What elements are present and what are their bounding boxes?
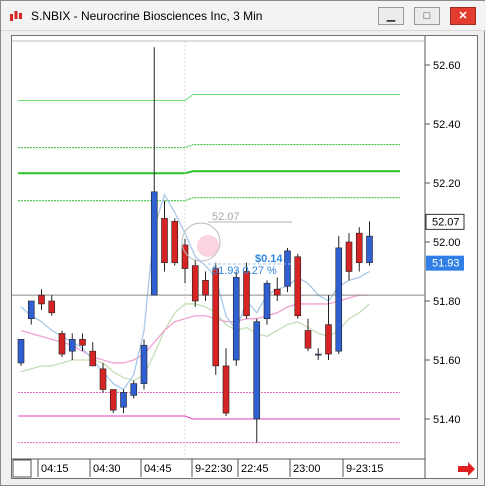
candle-up <box>17 339 25 364</box>
last-price-label: 51.93 <box>432 258 460 270</box>
maximize-icon: □ <box>423 10 431 22</box>
candle-up <box>263 283 271 320</box>
candle-up <box>150 191 158 296</box>
candle-up <box>314 353 322 356</box>
candle-up <box>130 383 138 396</box>
price-tick-label: 51.60 <box>433 355 461 367</box>
candle-down <box>89 350 97 367</box>
measure-percent: 51.93 0.27 % <box>212 265 277 277</box>
candle-down <box>99 368 107 390</box>
candle-down <box>171 221 179 263</box>
time-tick-label: 23:00 <box>293 463 321 475</box>
candle-up <box>284 250 291 287</box>
price-tick-label: 51.40 <box>433 414 461 426</box>
candle-up <box>232 277 240 361</box>
price-chart[interactable]: 52.07 $0.14 51.93 0.27 % 52.60 52.40 52.20… <box>12 36 477 478</box>
time-tick-label: 9-23:15 <box>346 463 383 475</box>
current-price-label: 52.07 <box>432 216 460 228</box>
time-tick-label: 04:30 <box>93 463 121 475</box>
candle-down <box>325 324 332 355</box>
close-button[interactable]: ✕ <box>450 7 476 25</box>
price-tick-label: 52.00 <box>433 237 461 249</box>
chart-area[interactable]: 52.07 $0.14 51.93 0.27 % 52.60 52.40 52.20… <box>11 35 478 479</box>
candle-down <box>304 330 312 349</box>
candle-down <box>48 300 56 314</box>
candle-down <box>202 280 209 296</box>
minimize-icon: ▁ <box>386 10 396 22</box>
price-tick-label: 52.40 <box>433 119 461 131</box>
measure-highlight <box>197 235 219 257</box>
time-tick-label: 9-22:30 <box>195 463 232 475</box>
chart-app-icon <box>10 11 22 21</box>
candle-down <box>222 365 230 414</box>
candle-up <box>366 235 373 263</box>
maximize-button[interactable]: □ <box>414 7 440 25</box>
chart-window: S.NBIX - Neurocrine Biosciences Inc, 3 M… <box>0 0 486 486</box>
candle-up <box>68 339 76 352</box>
candle-up <box>335 247 343 352</box>
candle-down <box>345 241 353 272</box>
close-icon: ✕ <box>458 10 468 22</box>
last-price-marker: 51.93 <box>426 255 464 271</box>
candle-down <box>58 333 66 355</box>
candle-down <box>355 232 363 263</box>
candle-down <box>79 339 86 346</box>
minimize-button[interactable]: ▁ <box>378 7 404 25</box>
price-tick-label: 52.60 <box>433 60 461 72</box>
candle-down <box>38 294 45 305</box>
measure-ref-price: 52.07 <box>212 211 240 223</box>
arrow-right-icon[interactable] <box>458 462 475 476</box>
candle-down <box>294 256 302 317</box>
price-tick-label: 52.20 <box>433 178 461 190</box>
measure-delta: $0.14 <box>255 253 283 265</box>
candle-down <box>191 265 199 302</box>
candle-down <box>212 268 220 367</box>
candle-down <box>161 218 168 263</box>
title-bar[interactable]: S.NBIX - Neurocrine Biosciences Inc, 3 M… <box>1 1 486 31</box>
time-tick-label: 04:45 <box>144 463 172 475</box>
candle-up <box>140 344 148 384</box>
price-tick-label: 51.80 <box>433 296 461 308</box>
current-price-marker: 52.07 <box>425 213 465 230</box>
price-axis[interactable]: 52.60 52.40 52.20 52.00 51.80 51.60 51.40 <box>425 60 461 426</box>
chart-corner-box[interactable] <box>12 459 32 478</box>
time-tick-label: 04:15 <box>41 463 69 475</box>
candle-up <box>120 392 127 408</box>
window-title: S.NBIX - Neurocrine Biosciences Inc, 3 M… <box>31 9 263 23</box>
candle-down <box>243 271 250 317</box>
time-tick-label: 22:45 <box>241 463 269 475</box>
candle-up <box>27 300 35 320</box>
candle-up <box>253 321 261 420</box>
candle-down <box>109 389 117 411</box>
candle-down <box>273 288 281 296</box>
time-axis[interactable]: 04:15 04:30 04:45 9-22:30 22:45 23:00 9-23:15 <box>37 459 383 477</box>
